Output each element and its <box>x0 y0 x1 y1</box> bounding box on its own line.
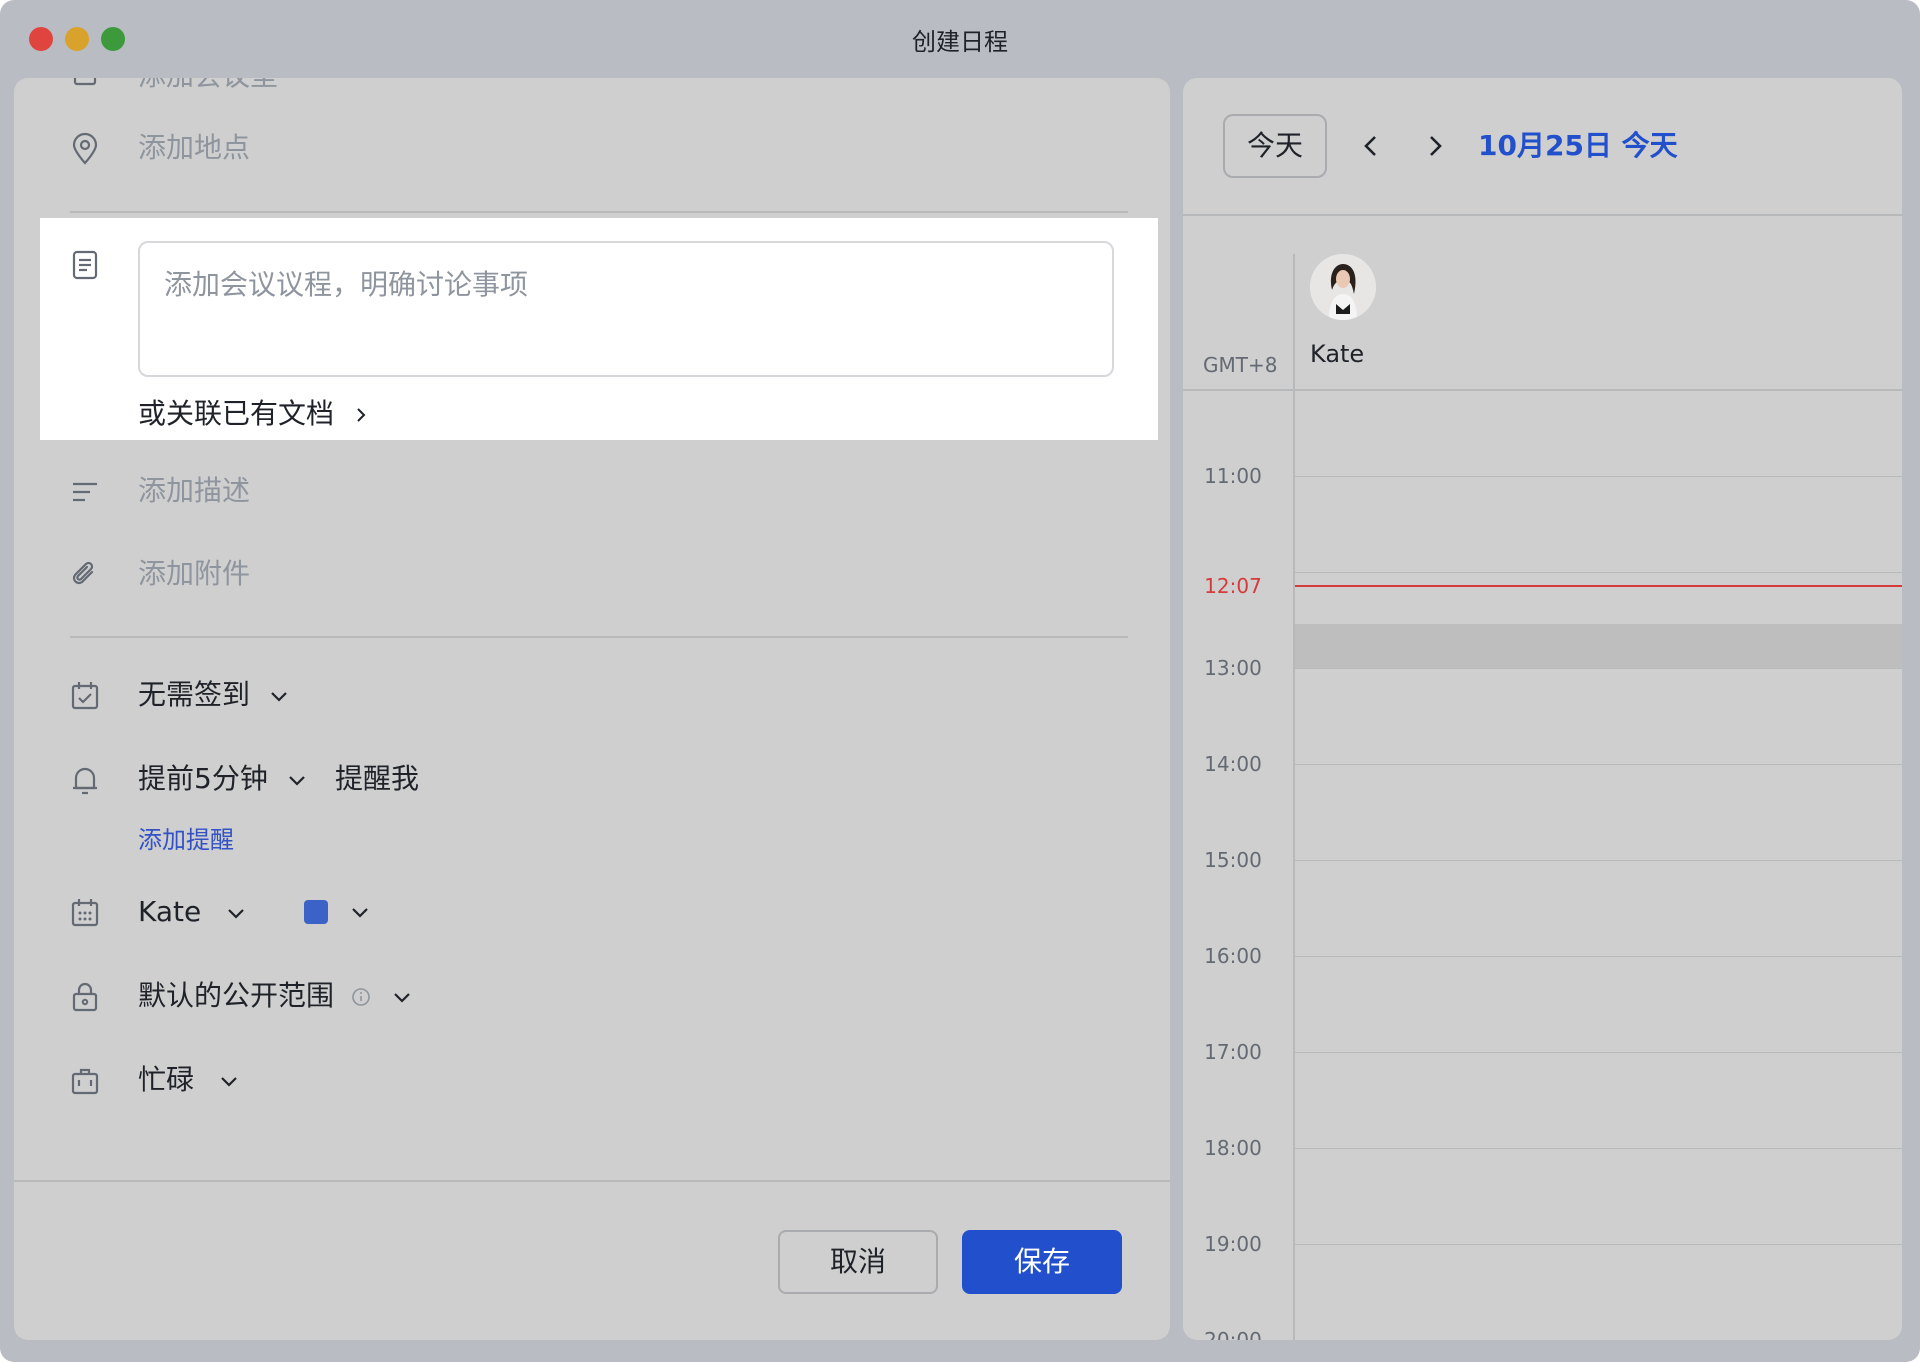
timezone-column-divider <box>1293 254 1295 1340</box>
document-icon <box>68 248 102 282</box>
link-doc-label: 或关联已有文档 <box>138 397 335 430</box>
lock-icon <box>68 980 102 1014</box>
day-calendar-panel: 今天 10月25日 今天 Kate GMT+8 11:00 12:07 13:0… <box>1183 78 1902 1340</box>
calendar-owner-label: Kate <box>138 895 202 928</box>
hour-label: 11:00 <box>1204 464 1262 488</box>
hour-gridline <box>1295 764 1902 765</box>
avatar[interactable] <box>1310 254 1376 320</box>
save-button[interactable]: 保存 <box>962 1230 1122 1294</box>
hour-gridline <box>1295 668 1902 669</box>
hour-label: 20:00 <box>1204 1328 1262 1340</box>
create-event-window: 创建日程 添加会议室 添加地点 添加会议议程，明确讨论事项 或关联已有文档 <box>0 0 1920 1362</box>
add-location-field[interactable]: 添加地点 <box>138 130 250 166</box>
visibility-dropdown[interactable]: 默认的公开范围 <box>138 978 414 1014</box>
add-room-field[interactable]: 添加会议室 <box>138 78 278 94</box>
hour-label: 14:00 <box>1204 752 1262 776</box>
calendar-grid-icon <box>68 896 102 930</box>
cancel-button[interactable]: 取消 <box>778 1230 938 1294</box>
new-event-block[interactable] <box>1295 624 1902 668</box>
current-time-label: 12:07 <box>1204 574 1262 598</box>
busy-status-dropdown[interactable]: 忙碌 <box>138 1062 241 1098</box>
hour-label: 13:00 <box>1204 656 1262 680</box>
checkin-label: 无需签到 <box>138 678 251 711</box>
previous-day-button[interactable] <box>1355 130 1387 162</box>
hour-label: 18:00 <box>1204 1136 1262 1160</box>
section-divider <box>70 211 1128 213</box>
agenda-placeholder: 添加会议议程，明确讨论事项 <box>164 268 529 301</box>
footer-divider <box>14 1180 1170 1182</box>
chevron-right-icon <box>349 403 367 427</box>
hour-gridline <box>1295 1244 1902 1245</box>
checkin-dropdown[interactable]: 无需签到 <box>138 677 291 713</box>
event-form-panel: 添加会议室 添加地点 添加会议议程，明确讨论事项 或关联已有文档 添加描述 <box>14 78 1170 1340</box>
chevron-down-icon <box>267 684 291 708</box>
add-attachment-field[interactable]: 添加附件 <box>138 556 250 592</box>
paperclip-icon <box>68 558 102 592</box>
reminder-time-label: 提前5分钟 <box>138 762 268 795</box>
hour-label: 19:00 <box>1204 1232 1262 1256</box>
timezone-label: GMT+8 <box>1203 353 1278 377</box>
hour-gridline <box>1295 1148 1902 1149</box>
hour-gridline <box>1295 476 1902 477</box>
briefcase-icon <box>68 1064 102 1098</box>
hour-gridline <box>1295 956 1902 957</box>
busy-status-label: 忙碌 <box>138 1063 195 1096</box>
next-day-button[interactable] <box>1419 130 1451 162</box>
link-existing-doc-button[interactable]: 或关联已有文档 <box>138 396 367 432</box>
info-icon[interactable] <box>351 987 371 1007</box>
hour-label: 16:00 <box>1204 944 1262 968</box>
chevron-down-icon <box>285 768 309 792</box>
agenda-input[interactable]: 添加会议议程，明确讨论事项 <box>138 241 1114 377</box>
reminder-suffix: 提醒我 <box>335 762 420 795</box>
color-chevron-down-icon[interactable] <box>348 900 372 924</box>
description-lines-icon <box>68 475 102 509</box>
chevron-down-icon <box>224 901 248 925</box>
today-button[interactable]: 今天 <box>1223 114 1327 178</box>
calendar-owner-dropdown[interactable]: Kate <box>138 894 248 930</box>
hour-gridline <box>1295 860 1902 861</box>
event-color-swatch[interactable] <box>304 900 328 924</box>
visibility-label: 默认的公开范围 <box>138 979 335 1012</box>
hour-gridline <box>1295 1052 1902 1053</box>
chevron-down-icon <box>390 985 414 1009</box>
add-reminder-link[interactable]: 添加提醒 <box>138 822 234 858</box>
hour-label: 15:00 <box>1204 848 1262 872</box>
person-name: Kate <box>1310 340 1365 368</box>
date-title: 10月25日 今天 <box>1478 129 1678 162</box>
section-divider <box>70 636 1128 638</box>
hour-gridline <box>1295 572 1902 573</box>
chevron-down-icon <box>217 1069 241 1093</box>
current-time-line <box>1295 585 1902 587</box>
reminder-time-dropdown[interactable]: 提前5分钟 <box>138 761 309 797</box>
add-description-field[interactable]: 添加描述 <box>138 473 250 509</box>
header-divider <box>1183 389 1902 391</box>
bell-icon <box>68 763 102 797</box>
room-icon <box>68 78 102 90</box>
checkin-calendar-icon <box>68 679 102 713</box>
title-bar: 创建日程 <box>0 0 1920 76</box>
location-pin-icon <box>68 132 102 166</box>
toolbar-divider <box>1183 214 1902 216</box>
window-title: 创建日程 <box>912 28 1008 56</box>
hour-label: 17:00 <box>1204 1040 1262 1064</box>
